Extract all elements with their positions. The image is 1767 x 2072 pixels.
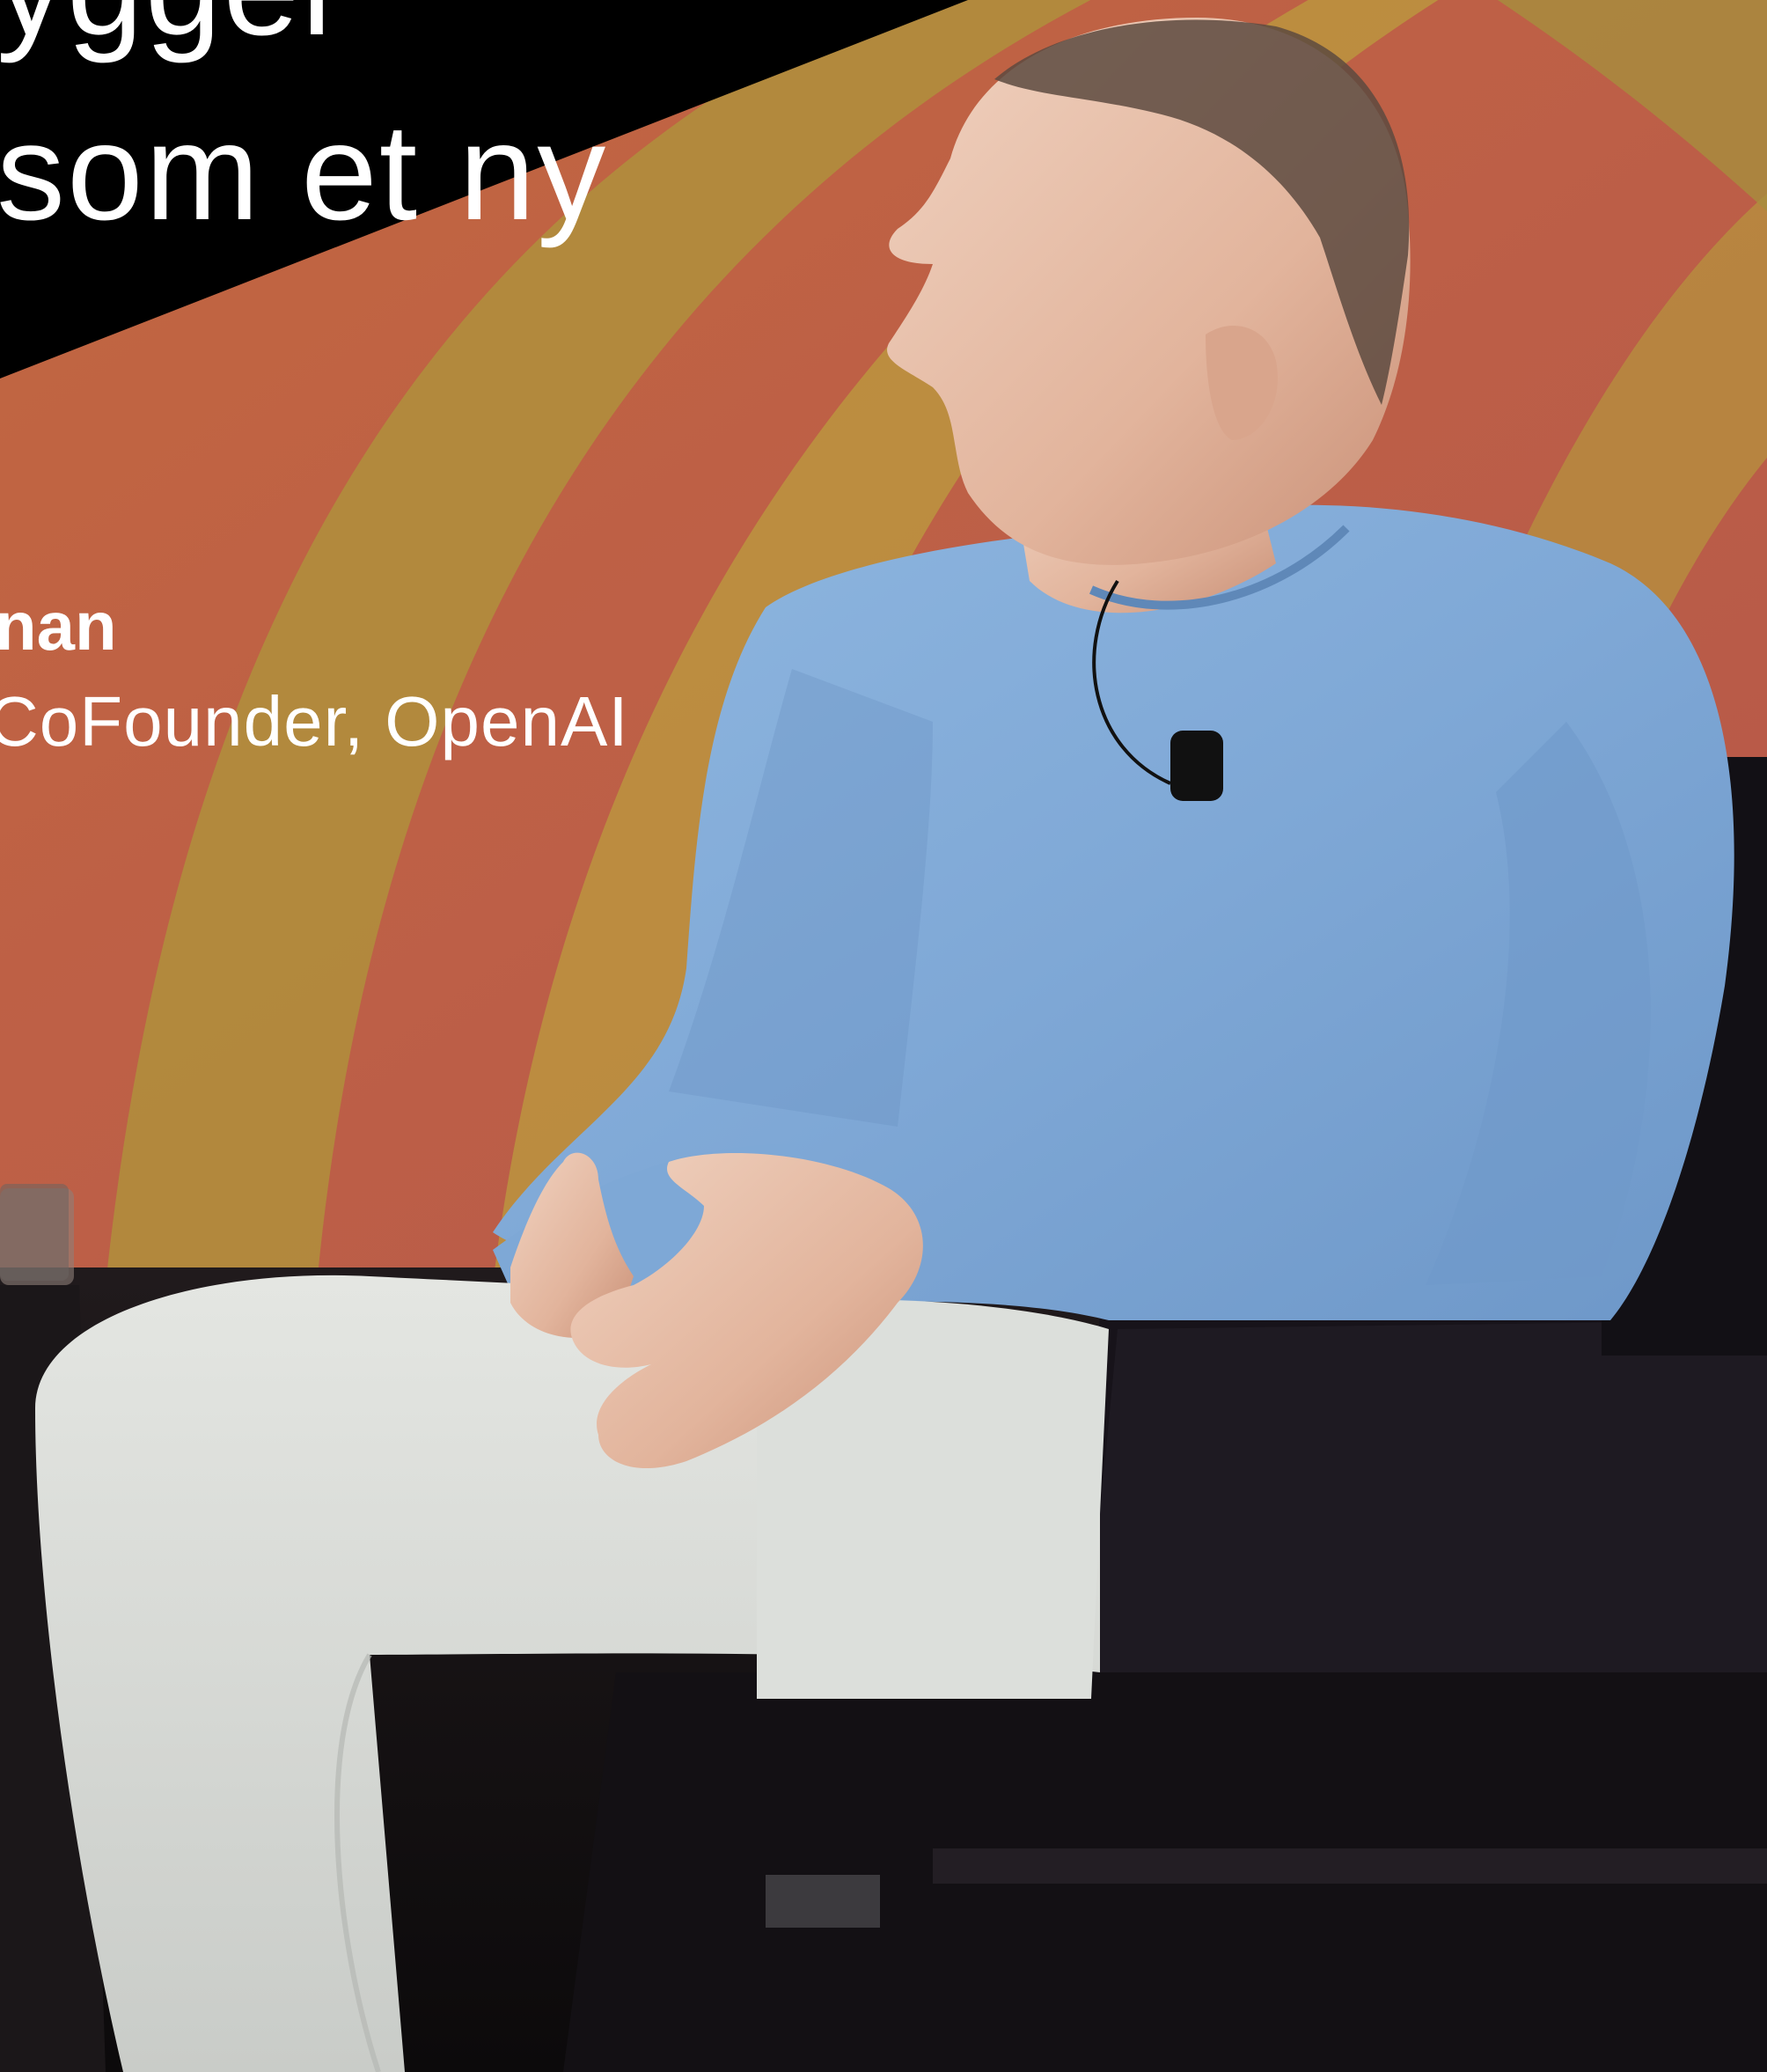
video-frame: ygger som et ny nan CoFounder, OpenAI <box>0 0 1767 2072</box>
stage-photo <box>0 0 1767 2072</box>
speaker-name: nan <box>0 587 117 665</box>
speaker-role: CoFounder, OpenAI <box>0 682 629 760</box>
